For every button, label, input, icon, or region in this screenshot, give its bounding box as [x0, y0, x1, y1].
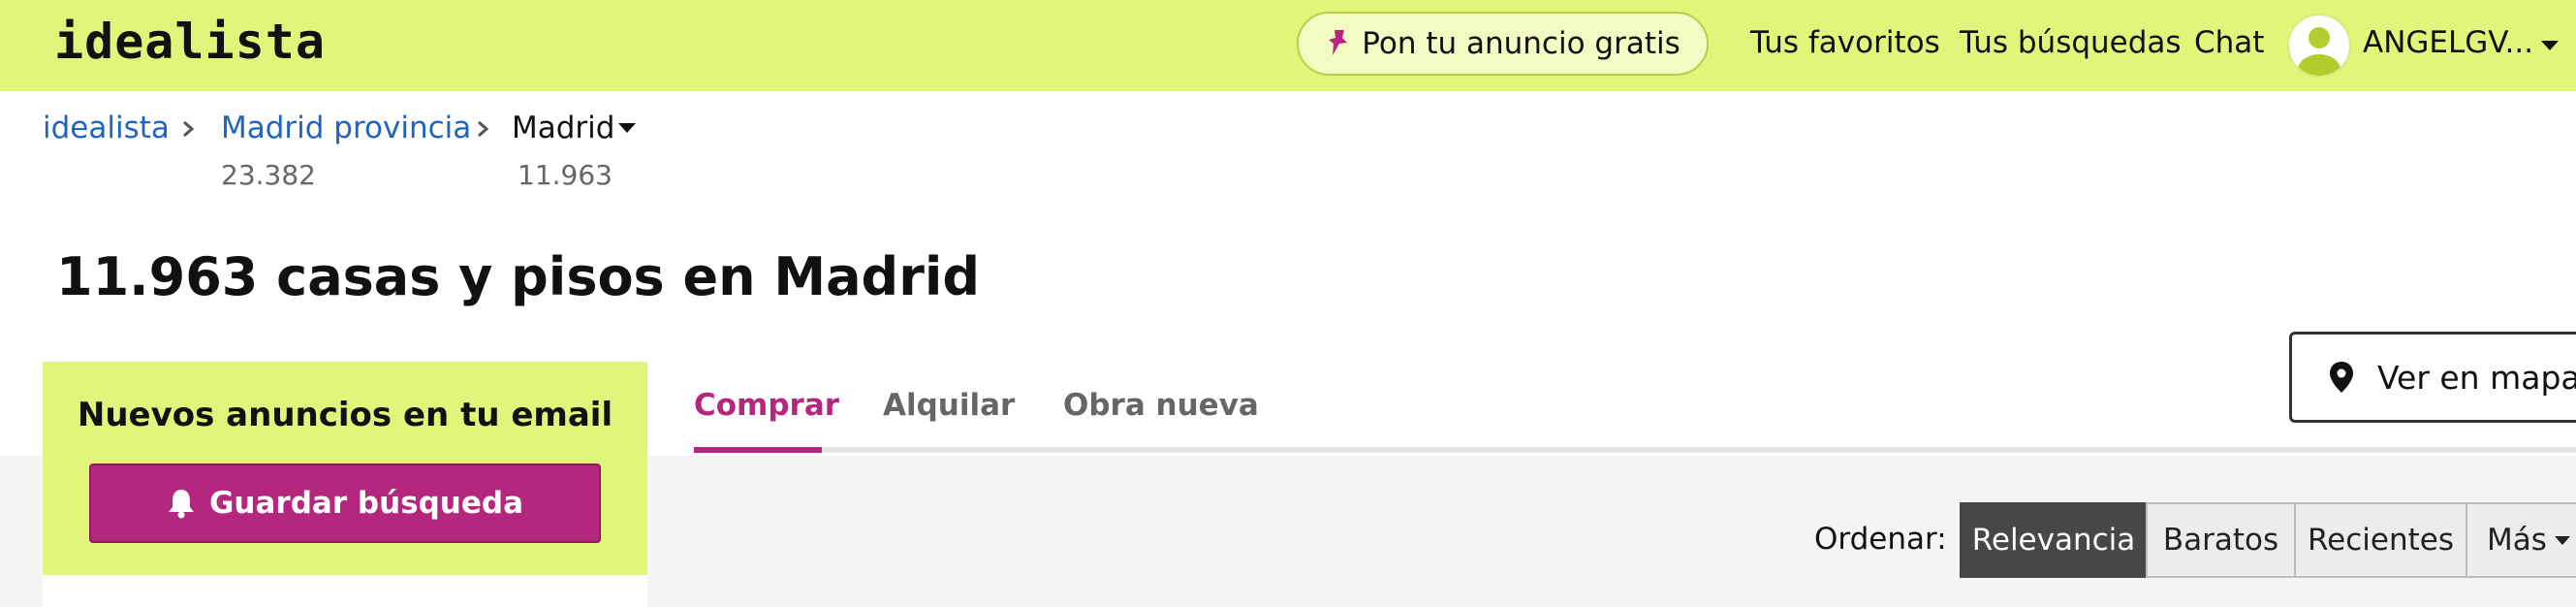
pushpin-icon [1329, 30, 1348, 55]
chat-link[interactable]: Chat [2194, 25, 2264, 60]
sort-mas-dropdown[interactable]: Más [2466, 502, 2576, 578]
caret-down-icon [2554, 535, 2570, 545]
view-map-label: Ver en mapa [2377, 358, 2576, 397]
favorites-link[interactable]: Tus favoritos [1750, 25, 1940, 60]
tab-obra-nueva[interactable]: Obra nueva [1063, 388, 1259, 423]
idealista-logo[interactable]: idealista [54, 14, 326, 70]
user-avatar-icon[interactable] [2287, 14, 2351, 78]
sort-recientes[interactable]: Recientes [2294, 502, 2467, 578]
alert-box-footer [43, 575, 647, 607]
map-marker-icon [2330, 362, 2353, 393]
tab-comprar[interactable]: Comprar [694, 388, 839, 423]
breadcrumb-madrid-provincia[interactable]: Madrid provincia [221, 111, 471, 145]
page-title: 11.963 casas y pisos en Madrid [56, 246, 980, 307]
user-menu-name[interactable]: ANGELGV... [2363, 25, 2533, 60]
saved-searches-link[interactable]: Tus búsquedas [1960, 25, 2182, 60]
sort-mas-label: Más [2487, 523, 2547, 558]
tabs-divider [694, 447, 2576, 453]
breadcrumb-idealista[interactable]: idealista [43, 111, 170, 145]
breadcrumb-count-provincia: 23.382 [221, 159, 316, 191]
bell-icon [168, 490, 194, 519]
breadcrumb-count-madrid: 11.963 [518, 159, 613, 191]
sort-relevancia[interactable]: Relevancia [1960, 502, 2148, 578]
top-header: idealista Pon tu anuncio gratis Tus favo… [0, 0, 2576, 91]
chevron-right-icon [183, 120, 195, 138]
avatar-silhouette [2298, 27, 2340, 76]
sort-baratos[interactable]: Baratos [2146, 502, 2296, 578]
breadcrumb-madrid[interactable]: Madrid [512, 111, 614, 145]
caret-down-icon[interactable] [2541, 41, 2559, 50]
active-tab-indicator [694, 447, 822, 453]
email-alert-title: Nuevos anuncios en tu email [77, 396, 613, 434]
view-map-button[interactable]: Ver en mapa [2289, 332, 2576, 423]
tab-alquilar[interactable]: Alquilar [883, 388, 1015, 423]
publish-ad-label: Pon tu anuncio gratis [1362, 26, 1681, 61]
sort-options: Relevancia Baratos Recientes Más [1960, 502, 2576, 578]
caret-down-icon[interactable] [618, 123, 636, 133]
save-search-label: Guardar búsqueda [208, 486, 524, 521]
chevron-right-icon [478, 120, 489, 138]
publish-ad-button[interactable]: Pon tu anuncio gratis [1297, 12, 1709, 76]
save-search-button[interactable]: Guardar búsqueda [89, 463, 601, 543]
sort-label: Ordenar: [1814, 522, 1947, 557]
